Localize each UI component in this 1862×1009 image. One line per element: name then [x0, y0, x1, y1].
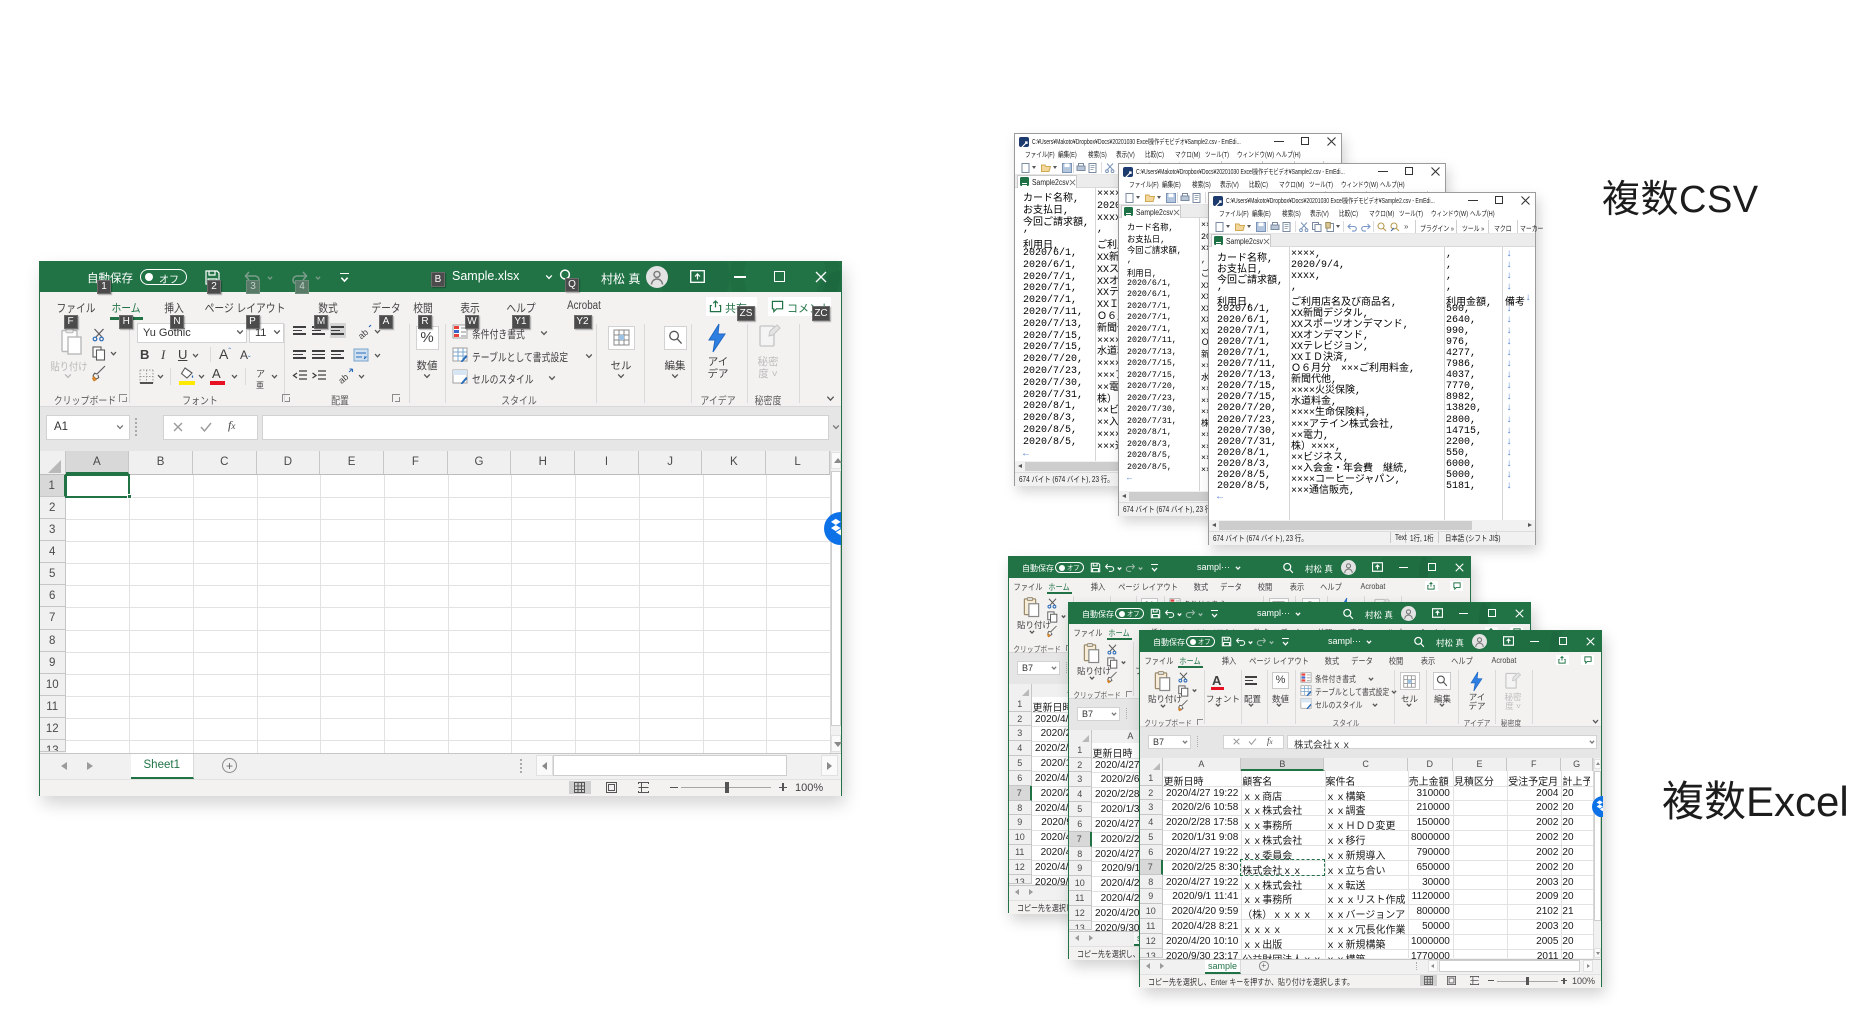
svg-text:ab: ab — [337, 372, 350, 384]
svg-text:ab: ab — [356, 327, 370, 339]
